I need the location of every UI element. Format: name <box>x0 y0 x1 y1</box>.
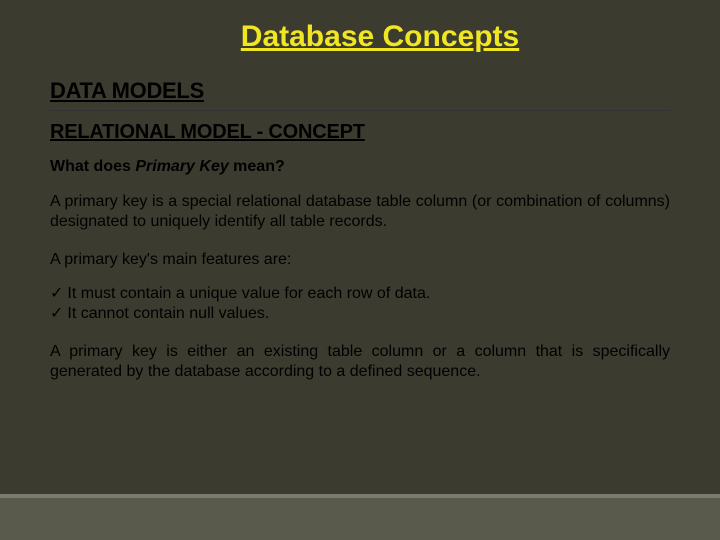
question-suffix: mean? <box>229 158 285 175</box>
question-text: What does Primary Key mean? <box>50 158 670 176</box>
paragraph-definition: A primary key is a special relational da… <box>50 192 670 232</box>
paragraph-features-intro: A primary key's main features are: <box>50 250 670 270</box>
feature-item: It must contain a unique value for each … <box>50 284 670 304</box>
divider <box>50 110 670 111</box>
feature-list: It must contain a unique value for each … <box>50 284 670 324</box>
heading-relational-model: RELATIONAL MODEL - CONCEPT <box>50 121 670 144</box>
question-term: Primary Key <box>135 158 228 175</box>
heading-data-models: DATA MODELS <box>50 78 670 104</box>
question-prefix: What does <box>50 158 135 175</box>
feature-item: It cannot contain null values. <box>50 304 670 324</box>
footer-band <box>0 498 720 540</box>
paragraph-closing: A primary key is either an existing tabl… <box>50 342 670 382</box>
slide: Database Concepts DATA MODELS RELATIONAL… <box>0 0 720 540</box>
slide-title: Database Concepts <box>90 20 670 54</box>
